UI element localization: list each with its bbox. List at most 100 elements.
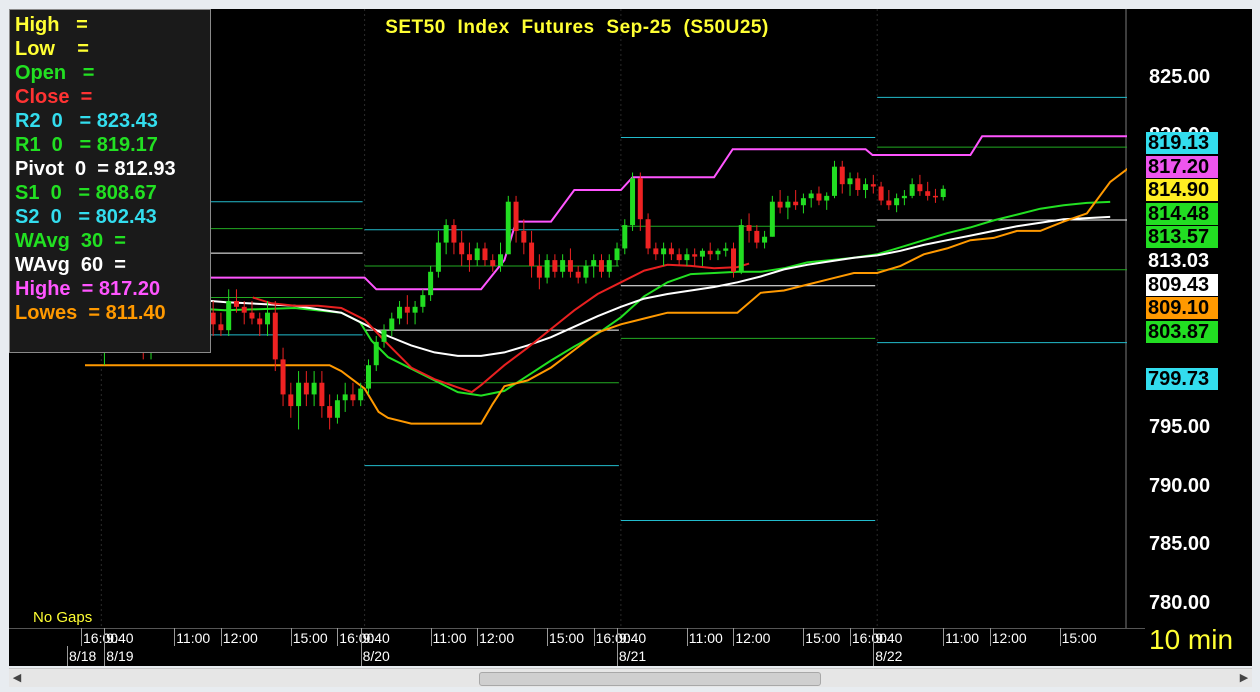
candle-body (404, 306, 410, 313)
candle-body (560, 260, 566, 272)
candle-body (529, 242, 535, 266)
candle-body (793, 201, 799, 206)
candle-body (435, 242, 441, 272)
scroll-left-icon[interactable]: ◀ (9, 669, 25, 687)
candle-body (365, 365, 371, 389)
price-axis-label: 790.00 (1149, 474, 1211, 497)
candle-body (420, 295, 426, 307)
candle-body (630, 178, 636, 226)
data-window-row: WAvg 30 = (15, 230, 126, 253)
candle-body (490, 260, 496, 266)
candle-body (707, 250, 713, 255)
date-tick-mark (873, 646, 875, 666)
time-tick-label: 9:40 (875, 630, 903, 646)
candle-body (575, 271, 581, 278)
price-tag: 814.90 (1146, 179, 1218, 202)
candle-body (598, 260, 604, 272)
data-window-row: WAvg 60 = (15, 254, 126, 277)
candle-body (668, 248, 674, 255)
candle-body (591, 260, 597, 266)
candle-body (280, 359, 286, 395)
candle-body (676, 254, 682, 261)
candle-body (350, 394, 356, 401)
data-window-value: 823.43 (91, 110, 158, 132)
candle-body (265, 312, 271, 325)
candle-body (839, 166, 845, 185)
data-window-label: Pivot 0 = (15, 158, 109, 180)
chart-window: SET50 Index Futures Sep-25 (S50U25) No G… (0, 0, 1260, 692)
horizontal-scrollbar[interactable]: ◀ ▶ (9, 668, 1252, 687)
time-tick-mark (174, 628, 176, 646)
time-tick-label: 12:00 (991, 630, 1027, 646)
time-tick-label: 11:00 (176, 630, 211, 646)
time-axis-line (9, 628, 1145, 629)
data-window-row: High = (15, 14, 88, 37)
data-window-label: Close = (15, 86, 93, 108)
candle-body (769, 201, 775, 237)
scroll-right-icon[interactable]: ▶ (1236, 669, 1252, 687)
candle-body (777, 201, 783, 208)
candle-body (762, 236, 768, 243)
data-window-label: WAvg 30 = (15, 230, 126, 252)
candle-body (932, 195, 938, 198)
date-tick-mark (104, 646, 106, 666)
date-label: 8/18 (69, 648, 97, 664)
candle-body (241, 306, 247, 313)
time-tick-label: 9:40 (106, 630, 134, 646)
candle-body (272, 312, 278, 360)
time-tick-mark (360, 628, 362, 646)
data-window-row: R2 0 = 823.43 (15, 110, 158, 133)
candle-body (342, 394, 348, 401)
data-window-row: Pivot 0 = 812.93 (15, 158, 176, 181)
candle-body (296, 382, 302, 407)
time-tick-mark (873, 628, 875, 646)
candle-body (661, 248, 667, 255)
price-axis-label: 825.00 (1149, 66, 1211, 89)
no-gaps-label: No Gaps (33, 609, 93, 626)
timeframe-label: 10 min (1149, 624, 1234, 655)
data-window: High = Low = Open = Close = R2 0 = 823.43 R1 … (9, 9, 211, 353)
candle-body (552, 260, 558, 272)
candle-body (412, 306, 418, 313)
candle-body (358, 388, 364, 401)
candle-body (233, 300, 239, 307)
time-tick-mark (1059, 628, 1061, 646)
candle-body (210, 312, 216, 325)
time-tick-mark (104, 628, 106, 646)
scrollbar-thumb[interactable] (479, 672, 821, 686)
time-tick-label: 12:00 (479, 630, 515, 646)
price-axis-label: 795.00 (1149, 416, 1211, 439)
price-tag: 813.57 (1146, 226, 1218, 249)
data-window-value: 808.67 (90, 182, 157, 204)
time-tick-mark (477, 628, 479, 646)
candle-body (894, 198, 900, 206)
time-tick-label: 15:00 (805, 630, 841, 646)
candle-body (459, 242, 465, 255)
candle-body (482, 248, 488, 261)
data-window-label: Highe = (15, 278, 94, 300)
price-tag: 813.03 (1146, 250, 1218, 272)
time-tick-mark (616, 628, 618, 646)
candle-body (257, 318, 263, 325)
candle-body (334, 400, 340, 418)
candle-body (754, 230, 760, 243)
candle-body (824, 195, 830, 201)
time-tick-label: 11:00 (432, 630, 467, 646)
candle-body (218, 324, 224, 331)
time-tick-label: 15:00 (1061, 630, 1097, 646)
price-axis-label: 780.00 (1149, 591, 1211, 614)
candle-body (699, 250, 705, 257)
data-window-value: 802.43 (90, 206, 157, 228)
price-tag: 809.10 (1146, 297, 1218, 320)
candle-body (816, 193, 822, 201)
date-label: 8/20 (362, 648, 390, 664)
series-line-lowes (85, 163, 1135, 425)
candle-body (428, 271, 434, 296)
candle-body (870, 184, 876, 187)
time-tick-mark (849, 628, 851, 646)
time-axis[interactable]: 16:00 9:40 11:00 12:00 15:00 16:00 9:40 11:00 12… (9, 628, 1145, 666)
candle-body (917, 184, 923, 192)
date-tick-mark (67, 646, 69, 666)
time-tick-mark (593, 628, 595, 646)
data-window-label: WAvg 60 = (15, 254, 126, 276)
